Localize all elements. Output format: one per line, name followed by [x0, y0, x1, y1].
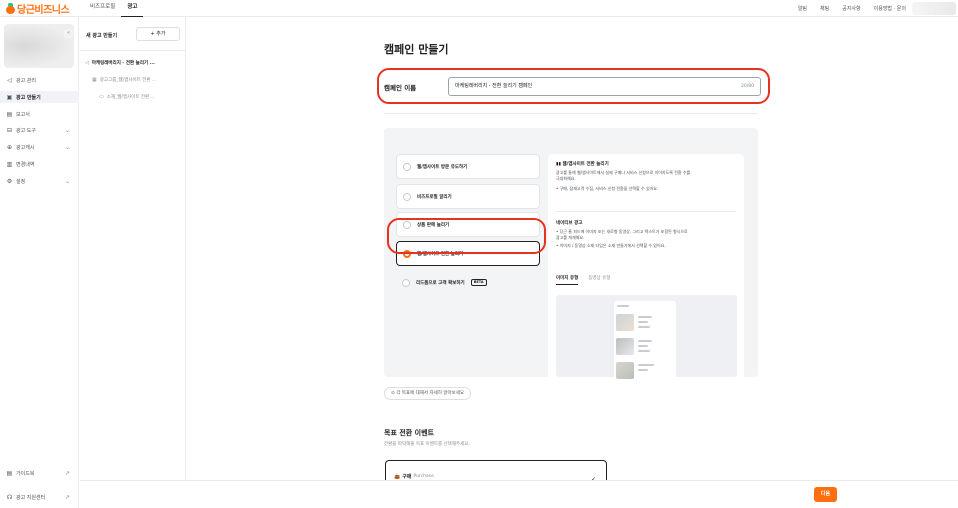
- radio-icon: [402, 278, 410, 287]
- tab-image[interactable]: 이미지 유형: [556, 275, 579, 285]
- campaign-tree-panel: 새 광고 만들기 + 추가 ◁ 마케팅레버리지 - 전환 늘리기 ... ▦ 광…: [80, 17, 186, 508]
- detail-desc-2: 극대화해요.: [556, 176, 576, 181]
- detail-bullet: • 구매, 잠재고객 수집, 서비스 신청 전환을 선택할 수 있어요.: [556, 186, 659, 191]
- learn-more-button[interactable]: ⊙ 각 목표에 대해서 자세히 알아보세요: [384, 387, 472, 400]
- sidebar-item-ad-manage[interactable]: ◁ 광고 관리: [0, 74, 79, 86]
- highlight-ring-name: [377, 68, 770, 104]
- objective-detail-card: ▮▮ 웹/앱사이트 전환 늘리기 광고를 통해 웹/앱사이트에서 실제 구매나 …: [548, 154, 744, 385]
- cash-icon: ⊕: [6, 143, 13, 151]
- divider: [384, 113, 758, 114]
- top-bar: 당근비즈니스 비즈프로필 광고 알림 채팅 공지사항 이용방법 · 문의: [0, 0, 958, 17]
- sidebar-item-guidebook[interactable]: ▤ 가이드북 ↗: [0, 467, 79, 479]
- external-link-icon: ↗: [64, 493, 70, 501]
- headset-icon: ☊: [6, 493, 13, 501]
- chevron-down-icon: ⌄: [64, 126, 70, 134]
- beta-badge: BETA: [470, 279, 487, 286]
- ad-preview: [556, 295, 737, 379]
- option-label: 리드폼으로 고객 확보하기: [416, 280, 465, 286]
- tree-ad-creative-label: 소재_웹/앱사이트 전환 ...: [106, 95, 155, 100]
- tree-campaign[interactable]: ◁ 마케팅레버리지 - 전환 늘리기 ...: [80, 60, 186, 66]
- collapse-sidebar-icon[interactable]: «: [64, 29, 73, 38]
- tree-ad-group-label: 광고그룹_웹/앱사이트 전환 ...: [99, 78, 157, 83]
- preview-thumbnail: [616, 338, 634, 355]
- notifications-link[interactable]: 알림: [798, 5, 807, 12]
- account-avatar[interactable]: [912, 2, 956, 15]
- sidebar-item-label: 변경내역: [16, 161, 35, 168]
- sidebar: « ◁ 광고 관리 ▣ 광고 만들기 ▤ 보고서 ⊟ 광고 도구 ⌄ ⊕ 광고캐…: [0, 17, 79, 508]
- add-button[interactable]: + 추가: [136, 27, 180, 41]
- sidebar-item-ad-create[interactable]: ▣ 광고 만들기: [0, 91, 79, 103]
- settings-icon: ⚙: [6, 177, 13, 185]
- native-desc-3: • 이미지 / 동영상 소재 타입은 소재 만들기에서 선택할 수 있어요.: [556, 243, 666, 248]
- native-desc-2: 광고를 게재해요.: [556, 235, 585, 240]
- nav-ads[interactable]: 광고: [121, 0, 144, 17]
- native-ad-title: 네이티브 광고: [556, 221, 583, 226]
- report-icon: ▤: [6, 110, 13, 118]
- sidebar-item-settings[interactable]: ⚙ 설정 ⌄: [0, 175, 79, 187]
- sidebar-item-label: 설정: [16, 178, 26, 185]
- next-button[interactable]: 다음: [814, 487, 837, 502]
- sidebar-item-history[interactable]: ▥ 변경내역: [0, 158, 79, 170]
- notice-link[interactable]: 공지사항: [842, 5, 860, 12]
- phone-mockup: [614, 301, 676, 379]
- sidebar-item-label: 광고캐시: [16, 144, 35, 151]
- objective-option-visit[interactable]: 웹/앱사이트 방문 유도하기: [396, 154, 540, 179]
- sidebar-item-support[interactable]: ☊ 광고 지원센터 ↗: [0, 491, 79, 503]
- sidebar-item-label: 광고 만들기: [16, 94, 41, 101]
- sidebar-item-ad-tools[interactable]: ⊟ 광고 도구 ⌄: [0, 124, 79, 136]
- page-title: 캠페인 만들기: [384, 43, 449, 56]
- tools-icon: ⊟: [6, 126, 13, 134]
- tab-video[interactable]: 동영상 유형: [588, 275, 610, 285]
- carrot-logo-icon: [6, 3, 15, 14]
- folder-icon: ▦: [92, 77, 97, 83]
- main-content: 캠페인 만들기 캠페인 이름 마케팅레버리지 - 전환 늘리기 캠페인 20/8…: [187, 17, 958, 508]
- sidebar-item-label: 보고서: [16, 111, 30, 118]
- sidebar-item-ad-cash[interactable]: ⊕ 광고캐시 ⌄: [0, 141, 79, 153]
- option-label: 비즈프로필 알리기: [417, 194, 452, 200]
- sidebar-item-label: 가이드북: [16, 470, 35, 477]
- conversion-subtitle: 전환을 파악해줄 목표 이벤트를 선택해주세요.: [384, 442, 470, 447]
- sidebar-item-label: 광고 관리: [16, 77, 36, 84]
- chevron-down-icon: ⌄: [64, 143, 70, 151]
- chat-link[interactable]: 채팅: [820, 5, 829, 12]
- preview-thumbnail: [616, 362, 634, 379]
- help-link[interactable]: 이용방법 · 문의: [874, 5, 906, 12]
- objective-option-bizprofile[interactable]: 비즈프로필 알리기: [396, 184, 540, 209]
- sidebar-item-label: 광고 지원센터: [16, 494, 46, 501]
- detail-desc-1: 광고를 통해 웹/앱사이트에서 실제 구매나 서비스 신청으로 이어지도록 전환…: [556, 170, 691, 175]
- tree-ad-creative[interactable]: ▭ 소재_웹/앱사이트 전환 ...: [80, 94, 186, 100]
- history-icon: ▥: [6, 160, 13, 168]
- bottom-action-bar: 다음: [80, 480, 958, 508]
- megaphone-icon: ◁: [7, 76, 12, 84]
- nav-bizprofile[interactable]: 비즈프로필: [84, 0, 121, 17]
- format-tabs: 이미지 유형 동영상 유형: [556, 275, 610, 285]
- top-nav: 비즈프로필 광고: [84, 0, 144, 17]
- guide-icon: ▤: [6, 469, 13, 477]
- tree-campaign-label: 마케팅레버리지 - 전환 늘리기 ...: [91, 61, 155, 66]
- sidebar-item-label: 광고 도구: [16, 127, 36, 134]
- logo-text: 당근비즈니스: [17, 5, 70, 16]
- tree-ad-group[interactable]: ▦ 광고그룹_웹/앱사이트 전환 ...: [80, 77, 186, 83]
- top-right-links: 알림 채팅 공지사항 이용방법 · 문의: [798, 0, 906, 17]
- bag-icon: 👜: [394, 473, 401, 480]
- divider: [556, 211, 736, 212]
- objective-option-leadform[interactable]: 리드폼으로 고객 확보하기 BETA: [396, 270, 540, 295]
- radio-icon: [403, 162, 411, 171]
- option-label: 웹/앱사이트 방문 유도하기: [417, 164, 468, 170]
- external-link-icon: ↗: [64, 469, 70, 477]
- image-icon: ▭: [99, 94, 104, 100]
- logo[interactable]: 당근비즈니스: [6, 2, 70, 16]
- sidebar-item-report[interactable]: ▤ 보고서: [0, 108, 79, 120]
- ad-create-icon: ▣: [6, 93, 13, 101]
- radio-icon: [403, 192, 411, 201]
- chevron-down-icon: ⌄: [64, 177, 70, 185]
- preview-thumbnail: [616, 314, 634, 331]
- highlight-ring-option: [387, 218, 546, 254]
- panel-title: 새 광고 만들기: [86, 33, 118, 39]
- conversion-label: 👜 구매 Purchase: [394, 473, 434, 481]
- conversion-title: 목표 전환 이벤트: [384, 429, 434, 437]
- divider: [80, 50, 186, 51]
- detail-title: ▮▮ 웹/앱사이트 전환 늘리기: [556, 162, 609, 167]
- megaphone-icon: ◁: [85, 60, 89, 66]
